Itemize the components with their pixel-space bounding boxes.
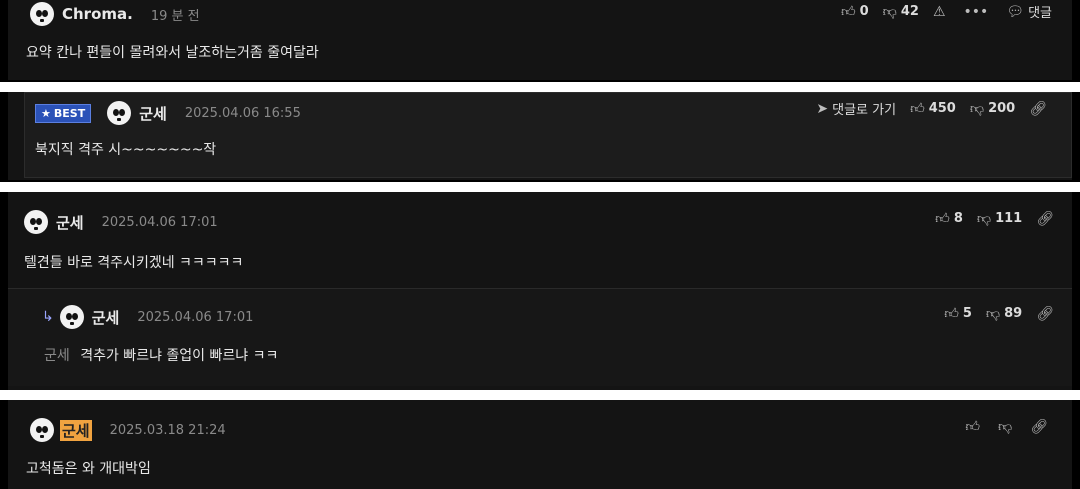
link-icon: 🔗︎ <box>1036 305 1054 322</box>
thumbs-down-icon: 👎︎ <box>985 306 1001 322</box>
link-button[interactable]: 🔗︎ <box>1036 306 1058 322</box>
reply-text: 격추가 빠르냐 졸업이 빠르냐 ㅋㅋ <box>80 348 279 364</box>
link-button[interactable]: 🔗︎ <box>1029 101 1051 117</box>
comment-text: 군세 격추가 빠르냐 졸업이 빠르냐 ㅋㅋ <box>44 345 278 365</box>
like-button[interactable]: 👍︎ 8 <box>935 210 963 227</box>
send-icon: ➤ <box>816 100 829 117</box>
dislike-button[interactable]: 👎︎ <box>998 418 1016 435</box>
avatar[interactable] <box>107 101 132 125</box>
comment-author[interactable]: 군세 <box>60 419 92 441</box>
link-icon: 🔗︎ <box>1029 100 1047 117</box>
more-button[interactable]: ••• <box>964 4 993 20</box>
dislike-button[interactable]: 👎︎ 200 <box>970 100 1015 117</box>
thumbs-up-icon: 👍︎ <box>840 4 856 20</box>
comment-time: 2025.04.06 16:55 <box>184 105 301 121</box>
comment-author[interactable]: 군세 <box>139 103 167 124</box>
dislike-button[interactable]: 👎︎ 42 <box>883 3 919 20</box>
comment-card: 군세 2025.04.06 17:01 텔견들 바로 격주시키겠네 ㅋㅋㅋㅋㅋ … <box>8 192 1072 390</box>
divider <box>0 82 1080 92</box>
reply-card: ↳ 군세 2025.04.06 17:01 군세 격추가 빠르냐 졸업이 빠르냐… <box>8 288 1072 386</box>
reply-arrow-icon: ↳ <box>42 309 54 325</box>
like-button[interactable]: 👍︎ <box>965 418 984 435</box>
comment-time: 2025.04.06 17:01 <box>101 214 218 230</box>
reply-mention[interactable]: 군세 <box>44 348 70 364</box>
best-comment-section: ★ BEST 군세 2025.04.06 16:55 북지직 격주 시~~~~~~… <box>8 92 1072 180</box>
avatar[interactable] <box>59 305 84 329</box>
divider <box>0 390 1080 400</box>
avatar[interactable] <box>30 418 54 442</box>
link-icon: 🔗︎ <box>1036 210 1054 227</box>
comment-time: 19 분 전 <box>150 8 200 24</box>
report-button[interactable]: ⚠ <box>933 4 950 20</box>
comment-card: Chroma. 19 분 전 요약 칸나 편들이 몰려와서 날조하는거좀 줄여달… <box>8 0 1072 80</box>
goto-comment-link[interactable]: ➤ 댓글로 가기 <box>816 99 896 119</box>
comment-card: 군세 2025.03.18 21:24 고척돔은 와 개대박임 👍︎ 👎︎ 🔗︎ <box>8 400 1072 489</box>
thumbs-up-icon: 👍︎ <box>965 419 980 435</box>
thumbs-up-icon: 👍︎ <box>944 306 959 322</box>
more-icon: ••• <box>963 3 989 20</box>
comment-author[interactable]: 군세 <box>92 307 120 328</box>
comment-time: 2025.04.06 17:01 <box>137 309 254 325</box>
best-comment-card: ★ BEST 군세 2025.04.06 16:55 북지직 격주 시~~~~~~… <box>24 92 1072 178</box>
thumbs-down-icon: 👎︎ <box>976 211 992 227</box>
best-badge: ★ BEST <box>35 103 92 123</box>
warning-icon: ⚠ <box>932 3 946 20</box>
comment-text: 고척돔은 와 개대박임 <box>26 461 151 477</box>
divider <box>0 182 1080 192</box>
comment-icon: 💬︎ <box>1006 3 1025 20</box>
like-button[interactable]: 👍︎ 450 <box>910 100 956 117</box>
comment-text: 요약 칸나 편들이 몰려와서 날조하는거좀 줄여달라 <box>26 45 319 61</box>
link-button[interactable]: 🔗︎ <box>1030 419 1052 435</box>
star-icon: ★ <box>41 106 51 120</box>
link-button[interactable]: 🔗︎ <box>1036 211 1058 227</box>
reply-button[interactable]: 💬︎ 댓글 <box>1006 2 1052 22</box>
thumbs-up-icon: 👍︎ <box>910 101 925 117</box>
thumbs-down-icon: 👎︎ <box>882 4 897 20</box>
thumbs-up-icon: 👍︎ <box>935 211 950 227</box>
comment-text: 북지직 격주 시~~~~~~~작 <box>35 142 217 158</box>
comment-time: 2025.03.18 21:24 <box>109 422 226 438</box>
thumbs-down-icon: 👎︎ <box>969 101 985 117</box>
link-icon: 🔗︎ <box>1030 418 1048 435</box>
thumbs-down-icon: 👎︎ <box>998 419 1013 435</box>
like-button[interactable]: 👍︎ 5 <box>944 305 972 322</box>
avatar[interactable] <box>30 2 54 26</box>
dislike-button[interactable]: 👎︎ 89 <box>986 305 1022 322</box>
comment-author[interactable]: 군세 <box>56 212 84 233</box>
like-button[interactable]: 👍︎ 0 <box>841 3 869 20</box>
comment-text: 텔견들 바로 격주시키겠네 ㅋㅋㅋㅋㅋ <box>24 255 244 271</box>
comment-author[interactable]: Chroma. <box>62 5 133 23</box>
avatar[interactable] <box>24 210 48 234</box>
dislike-button[interactable]: 👎︎ 111 <box>977 210 1022 227</box>
